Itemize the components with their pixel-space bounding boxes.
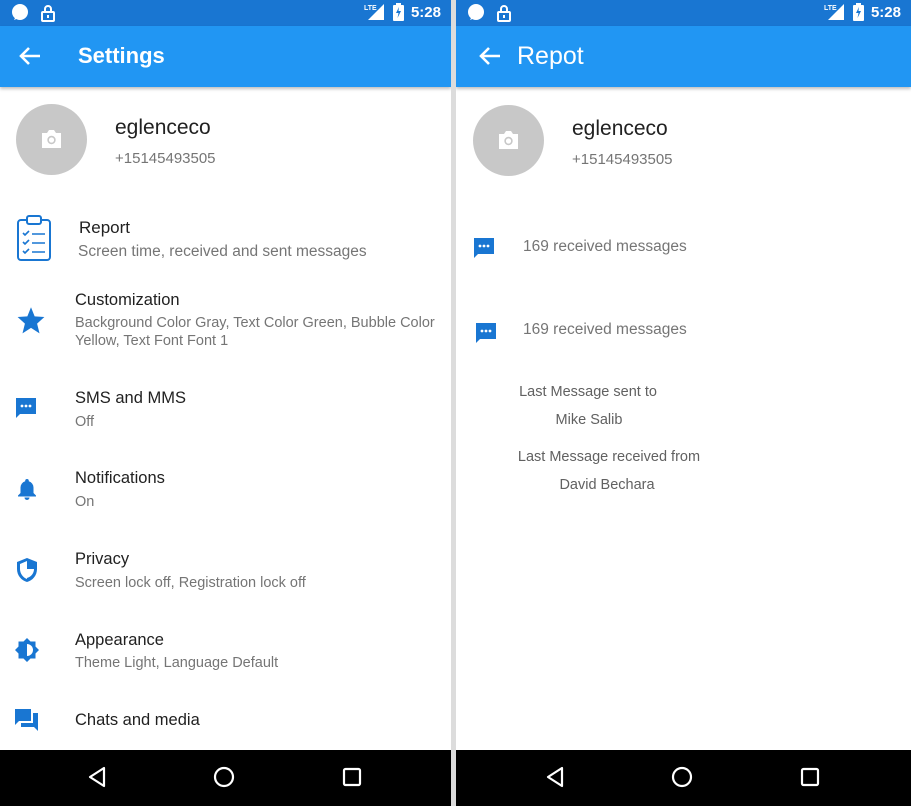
camera-icon: [42, 130, 61, 148]
status-time: 5:28: [410, 3, 441, 21]
settings-item-chats-media[interactable]: Chats and media: [0, 707, 451, 747]
message-icon: [16, 398, 36, 418]
settings-item-customization[interactable]: Customization Background Color Gray, Tex…: [0, 290, 451, 352]
settings-item-report[interactable]: Report Screen time, received and sent me…: [0, 212, 451, 272]
settings-item-sms-mms[interactable]: SMS and MMS Off: [0, 388, 451, 438]
nav-home-icon[interactable]: [671, 766, 693, 788]
camera-icon: [499, 131, 518, 149]
back-arrow-icon[interactable]: [16, 44, 44, 68]
settings-item-subtitle: Screen time, received and sent messages: [78, 243, 367, 260]
message-icon: [474, 238, 494, 258]
settings-item-label: Appearance: [75, 631, 164, 649]
last-received-label: Last Message received from: [517, 449, 701, 465]
last-sent-label: Last Message sent to: [519, 384, 657, 400]
profile-header[interactable]: eglenceco +15145493505: [16, 104, 436, 176]
nav-back-icon[interactable]: [86, 766, 108, 788]
lock-icon: [497, 5, 511, 22]
nav-bar: [456, 750, 911, 806]
profile-phone: +15145493505: [572, 151, 673, 168]
settings-item-label: SMS and MMS: [75, 389, 186, 407]
report-screen: LTE 5:28 Repot eglenceco +15145493505 16…: [456, 0, 911, 806]
settings-item-subtitle: Screen lock off, Registration lock off: [75, 575, 306, 591]
signal-app-icon: [468, 4, 484, 20]
shield-icon: [17, 558, 37, 582]
chat-icon: [15, 709, 38, 731]
settings-screen: LTE 5:28 Settings eglenceco +15145493505…: [0, 0, 451, 806]
last-received-name: David Bechara: [559, 477, 655, 493]
profile-name: eglenceco: [115, 116, 211, 139]
settings-item-label: Chats and media: [75, 711, 200, 729]
nav-recents-icon[interactable]: [341, 766, 363, 788]
avatar[interactable]: [473, 105, 544, 176]
last-sent-name: Mike Salib: [555, 412, 623, 428]
bell-icon: [18, 479, 36, 500]
profile-name: eglenceco: [572, 117, 668, 140]
nav-back-icon[interactable]: [544, 766, 566, 788]
avatar[interactable]: [16, 104, 87, 175]
battery-icon: [392, 3, 404, 21]
battery-icon: [852, 3, 864, 21]
settings-item-privacy[interactable]: Privacy Screen lock off, Registration lo…: [0, 549, 451, 599]
lte-signal-icon: LTE: [824, 4, 844, 20]
signal-app-icon: [12, 4, 28, 20]
settings-item-label: Privacy: [75, 550, 130, 568]
page-title: Repot: [517, 42, 584, 70]
settings-item-subtitle: Off: [75, 414, 95, 430]
app-bar: Settings: [0, 26, 451, 87]
nav-bar: [0, 750, 451, 806]
lte-signal-icon: LTE: [364, 4, 384, 20]
profile-phone: +15145493505: [115, 150, 216, 167]
status-time: 5:28: [870, 3, 901, 21]
settings-item-label: Report: [79, 218, 131, 237]
page-title: Settings: [78, 43, 165, 68]
settings-item-subtitle: Background Color Gray, Text Color Green,…: [75, 315, 435, 349]
report-row-text: 169 received messages: [523, 238, 687, 255]
nav-home-icon[interactable]: [213, 766, 235, 788]
back-arrow-icon[interactable]: [476, 44, 504, 68]
svg-text:LTE: LTE: [364, 5, 377, 12]
svg-text:LTE: LTE: [824, 5, 837, 12]
star-icon: [17, 307, 45, 334]
settings-item-label: Notifications: [75, 469, 165, 487]
profile-header[interactable]: eglenceco +15145493505: [473, 105, 893, 177]
settings-item-appearance[interactable]: Appearance Theme Light, Language Default: [0, 630, 451, 680]
brightness-icon: [15, 638, 39, 662]
settings-item-subtitle: Theme Light, Language Default: [75, 655, 279, 671]
settings-item-notifications[interactable]: Notifications On: [0, 468, 451, 518]
settings-item-label: Customization: [75, 291, 180, 309]
nav-recents-icon[interactable]: [799, 766, 821, 788]
message-icon: [476, 323, 496, 343]
app-bar: Repot: [456, 26, 911, 87]
settings-item-subtitle: On: [75, 494, 95, 510]
report-row-text: 169 received messages: [523, 321, 687, 338]
status-bar: LTE 5:28: [0, 0, 451, 26]
lock-icon: [41, 5, 55, 22]
clipboard-checklist-icon: [17, 215, 51, 261]
status-bar: LTE 5:28: [456, 0, 911, 26]
